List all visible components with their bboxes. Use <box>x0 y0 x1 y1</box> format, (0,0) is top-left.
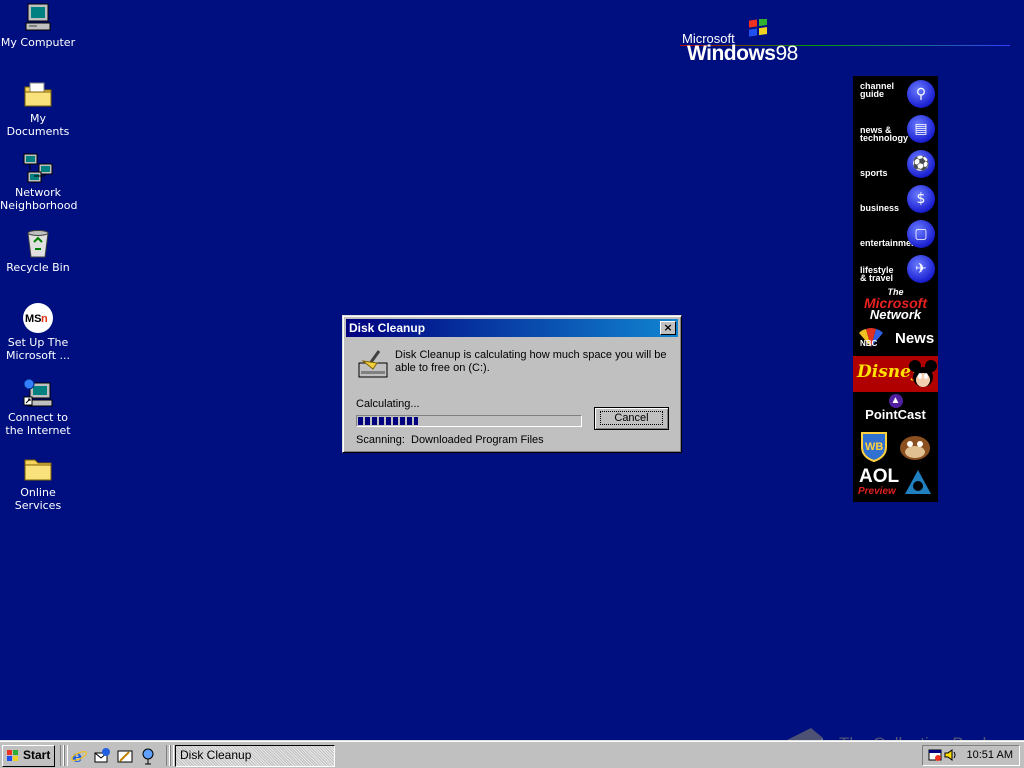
show-desktop-icon[interactable] <box>116 747 134 765</box>
channel-label: business <box>860 203 900 213</box>
scanning-value: Downloaded Program Files <box>411 434 544 446</box>
progress-fill <box>358 417 419 425</box>
start-button[interactable]: Start <box>2 745 55 767</box>
dialog-message: Disk Cleanup is calculating how much spa… <box>395 349 667 374</box>
disk-cleanup-icon <box>358 350 388 378</box>
channel-label: news & technology <box>860 125 909 143</box>
clock[interactable]: 10:51 AM <box>967 749 1013 761</box>
channel-msnbc[interactable]: NBC News <box>853 324 938 352</box>
msn-icon: MS n <box>23 303 53 333</box>
channel-label: channel guide <box>860 81 895 99</box>
icon-label: My Documents <box>6 112 70 138</box>
calculating-label: Calculating... <box>356 398 420 410</box>
windows-flag-icon <box>749 19 767 37</box>
logo-windows-text: Windows <box>687 42 776 65</box>
msnbc-news: News <box>895 330 935 347</box>
newspaper-icon: ▤ <box>907 115 935 143</box>
network-icon <box>23 153 53 183</box>
windows-flag-icon <box>7 750 18 761</box>
icon-label: Network Neighborhood <box>0 186 78 212</box>
dialog-title: Disk Cleanup <box>349 321 426 335</box>
msnbc-peacock-icon: NBC <box>859 328 883 348</box>
view-channels-icon[interactable] <box>139 747 157 765</box>
dialog-titlebar[interactable]: Disk Cleanup × <box>346 319 678 337</box>
taskbar-separator <box>64 745 68 766</box>
close-button[interactable]: × <box>660 321 676 335</box>
magnifier-icon: ⚲ <box>907 80 935 108</box>
channel-bar: channel guide ⚲ news & technology ▤ spor… <box>853 76 938 502</box>
folder-documents-icon <box>24 82 52 107</box>
icon-label: My Computer <box>0 36 76 49</box>
soccer-ball-icon: ⚽ <box>907 150 935 178</box>
cancel-button[interactable]: Cancel <box>594 407 669 430</box>
svg-text:n: n <box>41 313 48 325</box>
channel-disney[interactable]: Disney <box>853 356 938 392</box>
desktop-icon-my-documents[interactable]: My Documents <box>0 78 76 138</box>
channel-msn[interactable]: The Microsoft Network <box>853 288 938 322</box>
scanning-label: Scanning: <box>356 434 405 446</box>
scheduler-icon[interactable] <box>928 748 942 762</box>
desktop-icon-msn-setup[interactable]: MS n Set Up The Microsoft ... <box>0 302 76 362</box>
channel-label: lifestyle & travel <box>860 265 894 283</box>
start-label: Start <box>23 748 51 762</box>
pointcast-label: PointCast <box>865 407 926 422</box>
wb-shield-icon: WB <box>861 432 887 462</box>
logo-windows: Windows98 <box>687 42 798 66</box>
pointcast-icon: ▲ <box>888 394 903 408</box>
desktop-icon-online-services[interactable]: Online Services <box>0 452 76 512</box>
cancel-label: Cancel <box>600 411 663 425</box>
icon-label: Online Services <box>14 486 62 512</box>
desktop-icon-network[interactable]: Network Neighborhood <box>0 152 78 212</box>
logo-version: 98 <box>775 42 798 65</box>
icon-label: Connect to the Internet <box>5 411 71 437</box>
channel-lifestyle-travel[interactable]: lifestyle & travel ✈ <box>853 252 938 287</box>
system-tray: 10:51 AM <box>922 745 1020 766</box>
close-icon: × <box>663 321 673 334</box>
aol-logo: AOL <box>859 466 900 487</box>
icon-label: Recycle Bin <box>6 261 70 274</box>
channel-wb[interactable]: WB <box>853 428 938 464</box>
channel-news-technology[interactable]: news & technology ▤ <box>853 112 938 147</box>
internet-explorer-icon[interactable]: e <box>70 747 88 765</box>
volume-icon[interactable] <box>943 748 957 762</box>
progress-bar <box>356 415 582 427</box>
svg-text:NBC: NBC <box>860 339 878 348</box>
connect-internet-icon <box>23 378 53 407</box>
aol-preview: Preview <box>858 486 896 497</box>
desktop-icon-connect-internet[interactable]: Connect to the Internet <box>0 377 76 437</box>
channel-sports[interactable]: sports ⚽ <box>853 147 938 182</box>
mickey-icon <box>909 360 937 387</box>
svg-text:WB: WB <box>865 441 883 453</box>
taskbar-separator <box>170 745 174 766</box>
desktop-icon-my-computer[interactable]: My Computer <box>0 2 76 49</box>
outlook-express-icon[interactable] <box>93 747 111 765</box>
channel-guide[interactable]: channel guide ⚲ <box>853 77 938 112</box>
desktop: My Computer My Documents Network Neighbo… <box>0 0 1024 740</box>
channel-pointcast[interactable]: ▲ PointCast <box>853 394 938 426</box>
channel-aol[interactable]: AOL Preview <box>853 466 938 500</box>
channel-label: sports <box>860 168 888 178</box>
taskbar: Start e Disk Cleanup 10:51 AM <box>0 740 1024 768</box>
dollar-icon: $ <box>907 185 935 213</box>
computer-icon <box>25 3 51 31</box>
channel-business[interactable]: business $ <box>853 182 938 217</box>
aol-triangle-icon <box>905 470 931 494</box>
disk-cleanup-dialog: Disk Cleanup × Disk Cleanup is calculati… <box>342 315 682 453</box>
folder-icon <box>24 459 52 481</box>
tv-icon: ▢ <box>907 220 935 248</box>
taskbar-button-disk-cleanup[interactable]: Disk Cleanup <box>175 745 335 767</box>
recycle-bin-icon <box>27 230 49 258</box>
desktop-icon-recycle-bin[interactable]: Recycle Bin <box>0 227 76 274</box>
svg-text:MS: MS <box>25 313 42 325</box>
taz-icon <box>900 436 930 460</box>
airplane-icon: ✈ <box>907 255 935 283</box>
icon-label: Set Up The Microsoft ... <box>5 336 71 362</box>
windows98-logo: Microsoft Windows98 <box>680 18 1020 68</box>
channel-entertainment[interactable]: entertainment ▢ <box>853 217 938 252</box>
